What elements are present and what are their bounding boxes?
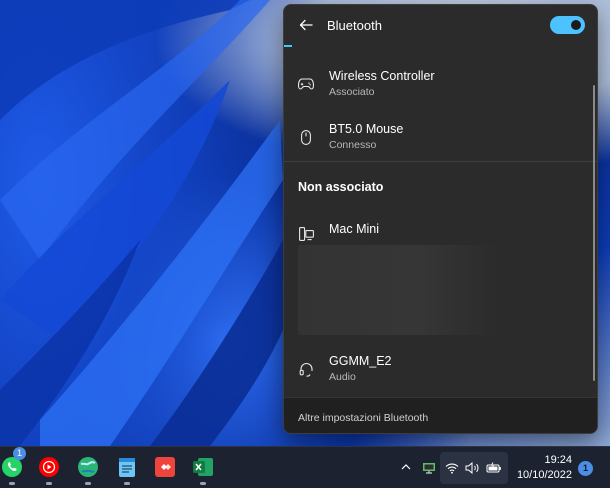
flyout-footer: Altre impostazioni Bluetooth [284,397,597,433]
device-name: BT5.0 Mouse [329,122,404,136]
taskbar: 1 19:24 10/10/2022 1 [0,446,610,488]
youtube-music-icon [39,457,59,477]
device-name: GGMM_E2 [329,354,392,368]
device-wireless-controller[interactable]: Wireless Controller Associato [284,63,597,111]
notification-center-badge[interactable]: 1 [578,461,593,476]
quick-settings-button[interactable] [440,452,508,484]
notepad-icon [119,458,135,477]
tray-network-device[interactable] [421,460,437,476]
taskbar-app-browser[interactable] [74,453,102,485]
device-status: Audio [329,371,356,383]
device-ggmm-e2[interactable]: GGMM_E2 Audio [284,348,597,396]
device-status: Associato [329,86,375,98]
arrow-left-icon [299,19,313,31]
scrollbar[interactable] [593,85,595,381]
back-button[interactable] [296,15,316,35]
taskbar-clock[interactable]: 19:24 10/10/2022 [512,454,572,481]
computer-icon [297,225,315,243]
volume-icon [464,460,480,476]
headset-icon [297,360,315,378]
taskbar-app-whatsapp[interactable]: 1 [0,447,26,485]
device-bt50-mouse[interactable]: BT5.0 Mouse Connesso [284,116,597,164]
device-name: Wireless Controller [329,69,435,83]
running-indicator [200,482,206,485]
running-indicator [85,482,91,485]
battery-icon [486,460,502,476]
taskbar-app-excel[interactable] [189,453,217,485]
taskbar-app-youtube-music[interactable] [35,453,63,485]
show-hidden-icons-button[interactable] [399,460,413,474]
excel-icon [193,458,213,476]
more-bluetooth-settings-link[interactable]: Altre impostazioni Bluetooth [298,412,428,424]
chevron-up-icon [401,464,411,470]
network-device-icon [423,462,435,474]
toggle-knob [571,20,581,30]
device-name: Mac Mini [329,222,380,236]
device-status: Connesso [329,139,377,151]
section-divider [284,161,597,162]
taskbar-app-anydesk[interactable] [151,453,179,481]
bluetooth-flyout: Bluetooth Wireless Controller Associato … [283,4,598,434]
running-indicator [124,482,130,485]
bluetooth-toggle[interactable] [550,16,585,34]
running-indicator [9,482,15,485]
clock-date: 10/10/2022 [516,469,572,481]
header-accent-bar [284,45,292,47]
whatsapp-badge: 1 [13,447,26,460]
gamepad-icon [297,75,315,93]
wifi-icon [444,460,460,476]
clock-time: 19:24 [544,454,572,466]
blurred-device-list-area [298,245,498,335]
browser-globe-icon [78,457,98,477]
anydesk-icon [155,457,175,477]
running-indicator [46,482,52,485]
flyout-title: Bluetooth [327,18,382,33]
taskbar-app-notepad[interactable] [113,453,141,485]
flyout-header: Bluetooth [284,5,597,45]
mouse-icon [297,128,315,146]
unpaired-section-label: Non associato [298,180,384,194]
